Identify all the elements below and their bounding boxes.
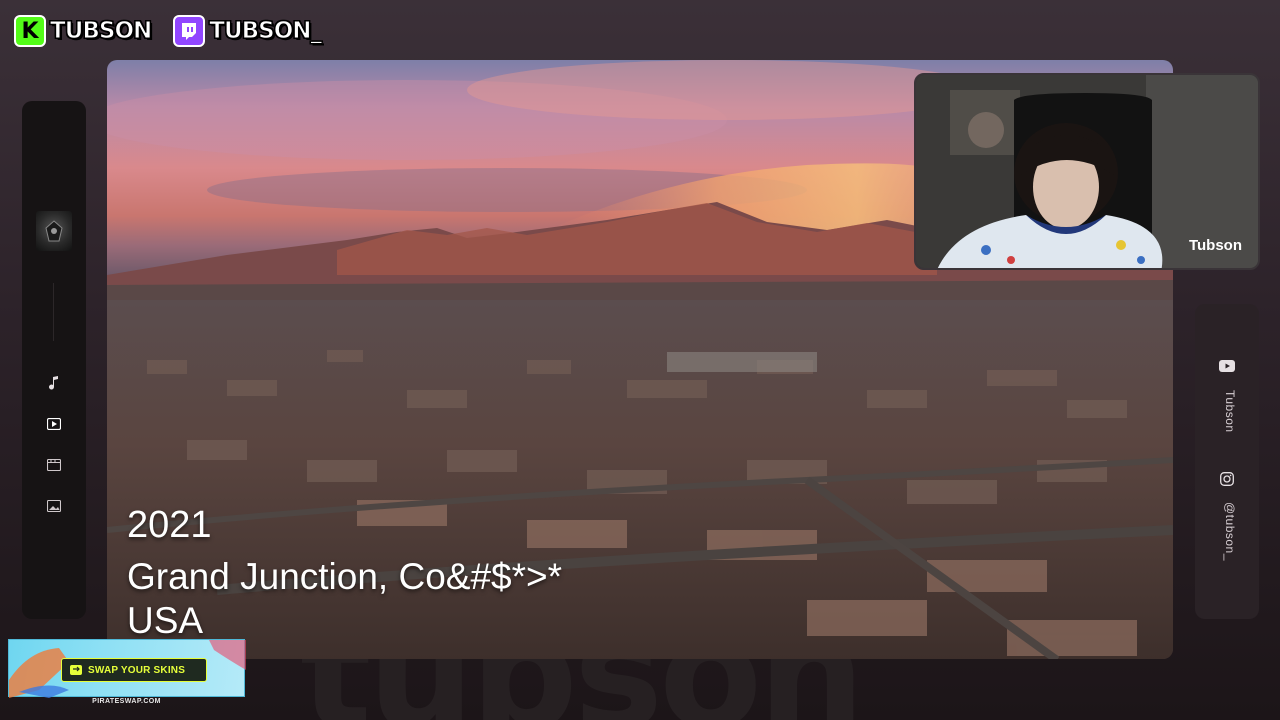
swap-icon	[70, 665, 82, 675]
youtube-icon[interactable]	[1217, 356, 1237, 376]
twitch-channel-name: TUBSON_	[209, 18, 323, 45]
kick-logo-icon: K	[14, 15, 46, 47]
right-social-sidebar: Tubson @tubson_	[1195, 304, 1259, 619]
play-icon[interactable]	[44, 414, 64, 434]
sponsor-url[interactable]: PIRATESWAP.COM	[8, 698, 245, 705]
caption-year: 2021	[127, 504, 212, 546]
webcam-overlay: Tubson	[914, 73, 1260, 270]
sidebar-divider	[53, 283, 54, 341]
youtube-handle[interactable]: Tubson	[1217, 390, 1237, 433]
kick-channel-name: TUBSON	[49, 18, 152, 45]
caption-location: Grand Junction, Co&#$*>*	[127, 556, 563, 597]
twitch-brand[interactable]: TUBSON_	[173, 14, 323, 48]
left-sidebar	[22, 101, 86, 619]
music-note-icon[interactable]	[44, 373, 64, 393]
swap-skins-label: SWAP YOUR SKINS	[88, 664, 186, 676]
kick-brand[interactable]: K TUBSON	[14, 14, 153, 48]
caption-country: USA	[127, 600, 204, 641]
sponsor-banner[interactable]: SWAP YOUR SKINS	[8, 639, 246, 698]
webcam-streamer-name: Tubson	[1188, 237, 1242, 254]
channel-avatar[interactable]	[36, 211, 72, 251]
image-icon[interactable]	[44, 496, 64, 516]
twitch-logo-icon	[173, 15, 206, 47]
brand-row: K TUBSON TUBSON_	[14, 14, 323, 48]
instagram-handle[interactable]: @tubson_	[1217, 502, 1237, 561]
swap-skins-button[interactable]: SWAP YOUR SKINS	[61, 658, 207, 682]
film-icon[interactable]	[44, 455, 64, 475]
instagram-icon[interactable]	[1217, 469, 1237, 489]
